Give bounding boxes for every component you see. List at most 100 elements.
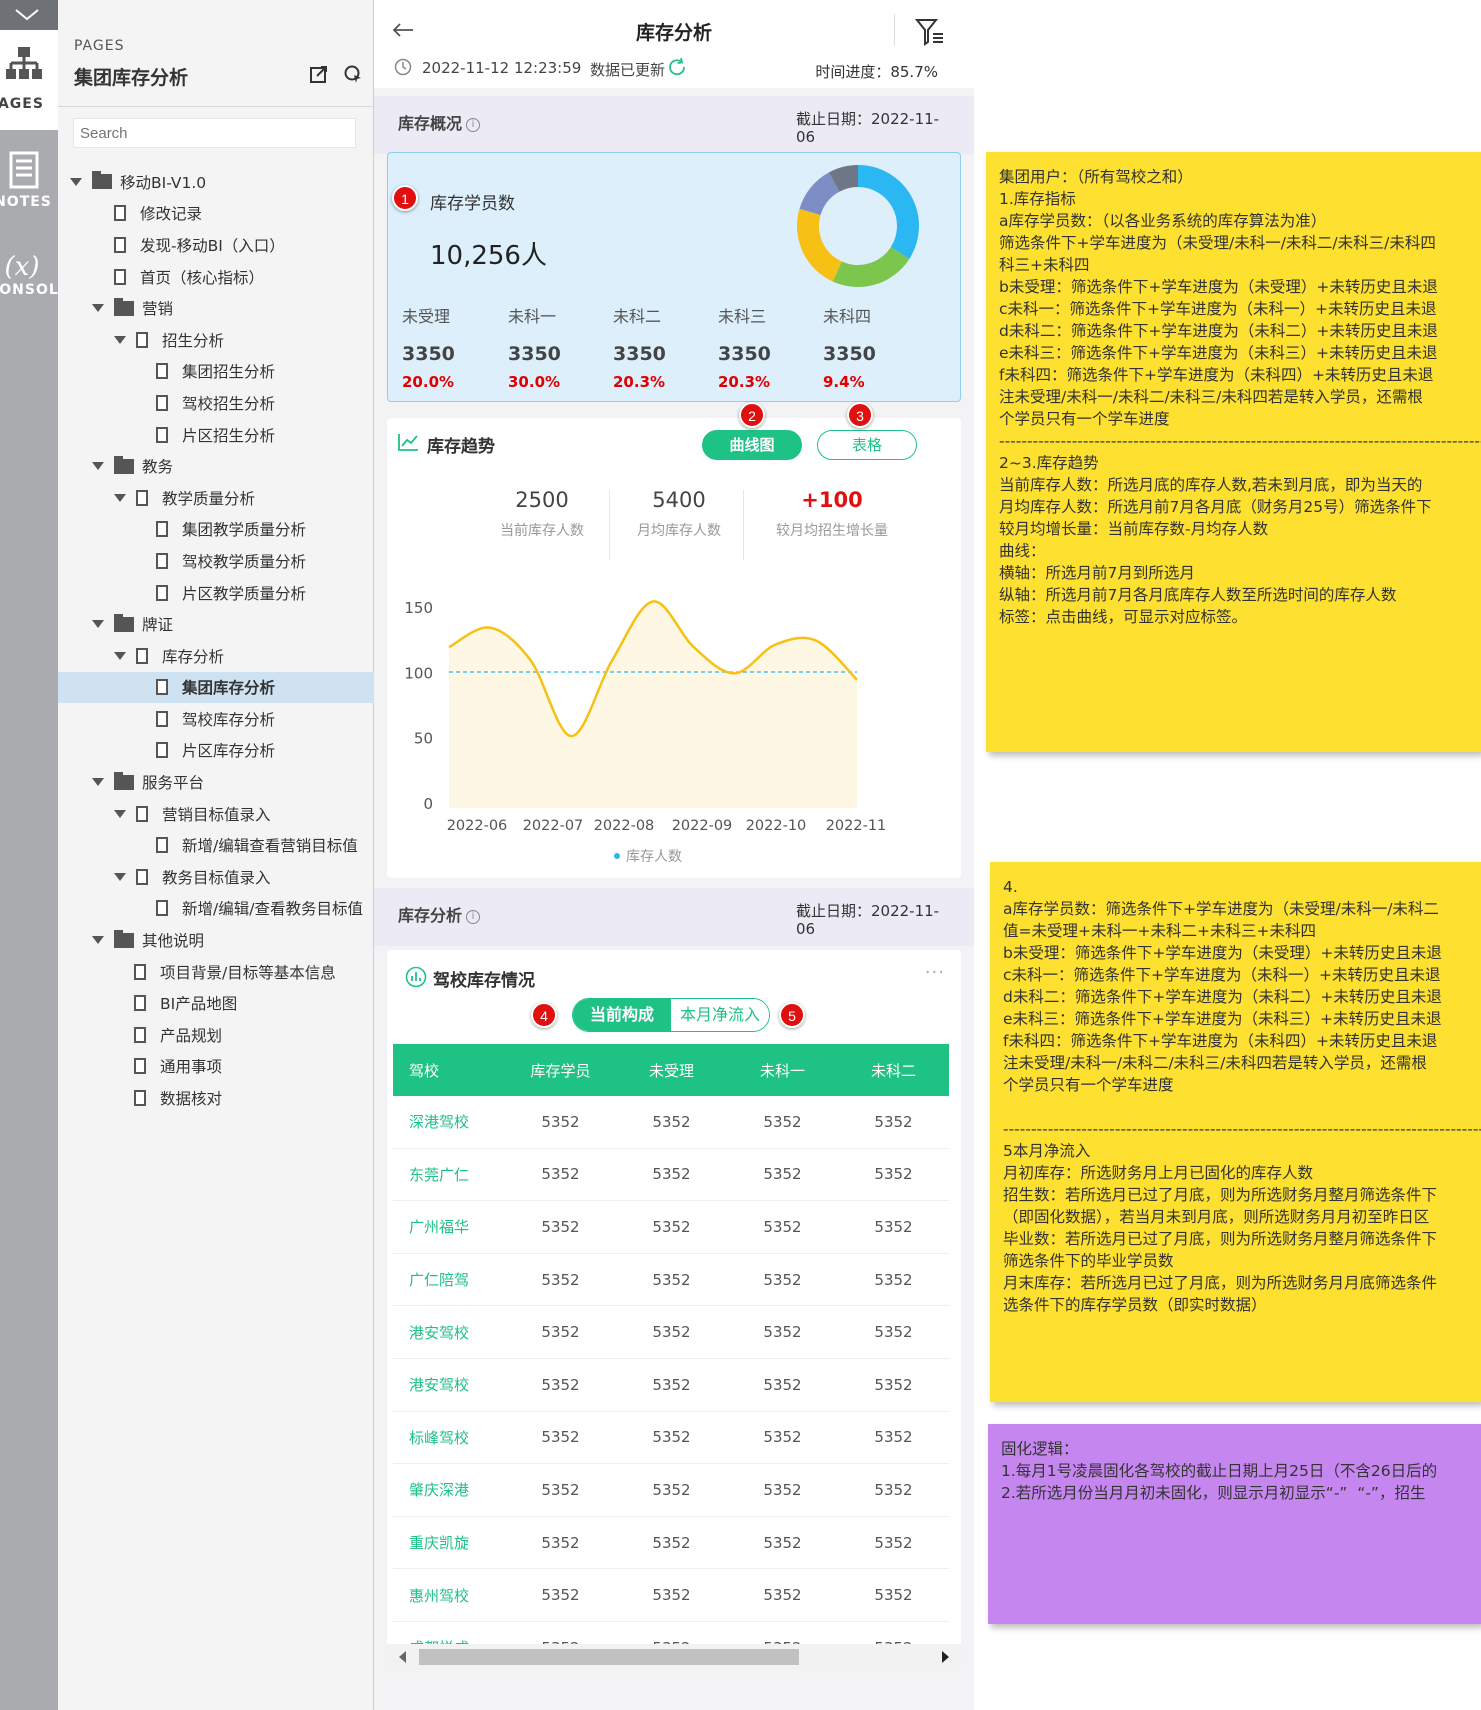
more-icon[interactable]: ··· [925,962,945,983]
donut-slice[interactable] [857,165,919,259]
filter-icon[interactable] [914,16,946,48]
info-icon[interactable]: i [466,118,481,132]
expand-triangle-icon[interactable] [92,936,104,945]
tree-item[interactable]: 通用事项 [58,1051,374,1083]
inventory-trend-chart[interactable]: 0 50 100 150 2022-06 2022-07 2022-08 2022-09 202… [387,568,961,868]
scroll-left-icon[interactable] [399,1651,406,1663]
tree-item[interactable]: 招生分析 [58,324,374,356]
tree-item[interactable]: 驾校招生分析 [58,387,374,419]
donut-slice[interactable] [828,165,859,193]
expand-triangle-icon[interactable] [92,462,104,471]
tree-item[interactable]: 集团招生分析 [58,356,374,388]
scroll-right-icon[interactable] [942,1651,949,1663]
tree-item[interactable]: 新增/编辑/查看教务目标值 [58,893,374,925]
table-row[interactable]: 东莞广仁 5352 5352 5352 5352 [393,1149,949,1202]
annotation-badge-4: 4 [531,1002,557,1028]
pages-search-input[interactable] [73,118,356,148]
info-icon[interactable]: i [466,910,481,924]
expand-triangle-icon[interactable] [114,651,126,660]
tree-item-label: 营销目标值录入 [162,805,271,824]
tree-item[interactable]: 首页（核心指标） [58,261,374,293]
tree-item[interactable]: 集团教学质量分析 [58,514,374,546]
tree-item[interactable]: 数据核对 [58,1082,374,1114]
tree-item[interactable]: 牌证 [58,608,374,640]
column-header[interactable]: 未科二 [838,1060,949,1081]
table-row[interactable]: 惠州驾校 5352 5352 5352 5352 [393,1569,949,1622]
expand-triangle-icon[interactable] [114,809,126,818]
table-row[interactable]: 广州福华 5352 5352 5352 5352 [393,1201,949,1254]
column-header[interactable]: 驾校 [393,1060,505,1081]
expand-triangle-icon[interactable] [70,177,82,186]
column-header[interactable]: 库存学员 [505,1060,616,1081]
school-name-cell[interactable]: 惠州驾校 [393,1585,505,1606]
expand-triangle-icon[interactable] [92,778,104,787]
folder-icon [114,297,134,316]
expand-triangle-icon[interactable] [114,872,126,881]
school-name-cell[interactable]: 东莞广仁 [393,1164,505,1185]
scroll-thumb[interactable] [419,1649,799,1665]
column-header[interactable]: 未科一 [727,1060,838,1081]
tree-item[interactable]: 产品规划 [58,1019,374,1051]
tree-item[interactable]: 营销 [58,292,374,324]
school-name-cell[interactable]: 重庆凯旋 [393,1532,505,1553]
export-icon[interactable] [309,64,329,84]
column-header[interactable]: 未受理 [616,1060,727,1081]
curve-view-button[interactable]: 曲线图 [702,430,802,460]
horizontal-scrollbar[interactable] [387,1644,961,1670]
tree-item[interactable]: 营销目标值录入 [58,798,374,830]
tree-item[interactable]: 教学质量分析 [58,482,374,514]
table-row[interactable]: 重庆凯旋 5352 5352 5352 5352 [393,1517,949,1570]
table-row[interactable]: 深港驾校 5352 5352 5352 5352 [393,1096,949,1149]
tree-item[interactable]: BI产品地图 [58,987,374,1019]
school-name-cell[interactable]: 标峰驾校 [393,1427,505,1448]
tree-item[interactable]: 驾校教学质量分析 [58,545,374,577]
expand-triangle-icon[interactable] [114,335,126,344]
expand-triangle-icon[interactable] [92,620,104,629]
donut-slice[interactable] [832,246,910,287]
rail-console-tab[interactable]: (x) CONSOLE [0,252,68,298]
table-row[interactable]: 标峰驾校 5352 5352 5352 5352 [393,1412,949,1465]
tree-item[interactable]: 服务平台 [58,766,374,798]
donut-slice[interactable] [797,208,843,282]
school-name-cell[interactable]: 深港驾校 [393,1111,505,1132]
tree-item[interactable]: 片区库存分析 [58,735,374,767]
school-name-cell[interactable]: 肇庆深港 [393,1479,505,1500]
table-row[interactable]: 广仁陪驾 5352 5352 5352 5352 [393,1254,949,1307]
legend-label[interactable]: 库存人数 [626,849,682,865]
school-name-cell[interactable]: 广仁陪驾 [393,1269,505,1290]
collapse-toggle[interactable] [0,0,58,30]
school-name-cell[interactable]: 广州福华 [393,1216,505,1237]
monthly-net-inflow-tab[interactable]: 本月净流入 [671,999,769,1031]
tree-item[interactable]: 库存分析 [58,640,374,672]
tree-item[interactable]: 集团库存分析 [58,671,374,704]
tree-item[interactable]: 驾校库存分析 [58,703,374,735]
school-name-cell[interactable]: 港安驾校 [393,1322,505,1343]
tree-item[interactable]: 项目背景/目标等基本信息 [58,956,374,988]
tree-item[interactable]: 片区招生分析 [58,419,374,451]
locate-icon[interactable] [343,64,363,84]
tree-item[interactable]: 其他说明 [58,924,374,956]
tree-item[interactable]: 教务目标值录入 [58,861,374,893]
tree-item[interactable]: 修改记录 [58,198,374,230]
tree-item[interactable]: 教务 [58,450,374,482]
expand-triangle-icon[interactable] [92,304,104,313]
donut-slice[interactable] [799,172,840,216]
refresh-icon[interactable] [668,58,688,76]
table-row[interactable]: 肇庆深港 5352 5352 5352 5352 [393,1464,949,1517]
table-row[interactable]: 港安驾校 5352 5352 5352 5352 [393,1359,949,1412]
school-name-cell[interactable]: 港安驾校 [393,1374,505,1395]
table-view-button[interactable]: 表格 [817,430,917,460]
tree-item-label: 新增/编辑/查看教务目标值 [182,900,363,919]
tree-item[interactable]: 新增/编辑查看营销目标值 [58,829,374,861]
status-stat: 未科一 3350 30.0% [508,303,608,391]
rail-pages-tab[interactable]: PAGES [0,30,58,130]
tree-item[interactable]: 移动BI-V1.0 [58,166,374,198]
expand-triangle-icon[interactable] [114,493,126,502]
current-composition-tab[interactable]: 当前构成 [573,999,671,1031]
page-icon [114,236,126,253]
tree-item[interactable]: 片区教学质量分析 [58,577,374,609]
rail-notes-tab[interactable]: NOTES [0,150,58,210]
table-row[interactable]: 港安驾校 5352 5352 5352 5352 [393,1306,949,1359]
composition-donut-chart[interactable] [793,161,923,291]
tree-item[interactable]: 发现-移动BI（入口） [58,229,374,261]
